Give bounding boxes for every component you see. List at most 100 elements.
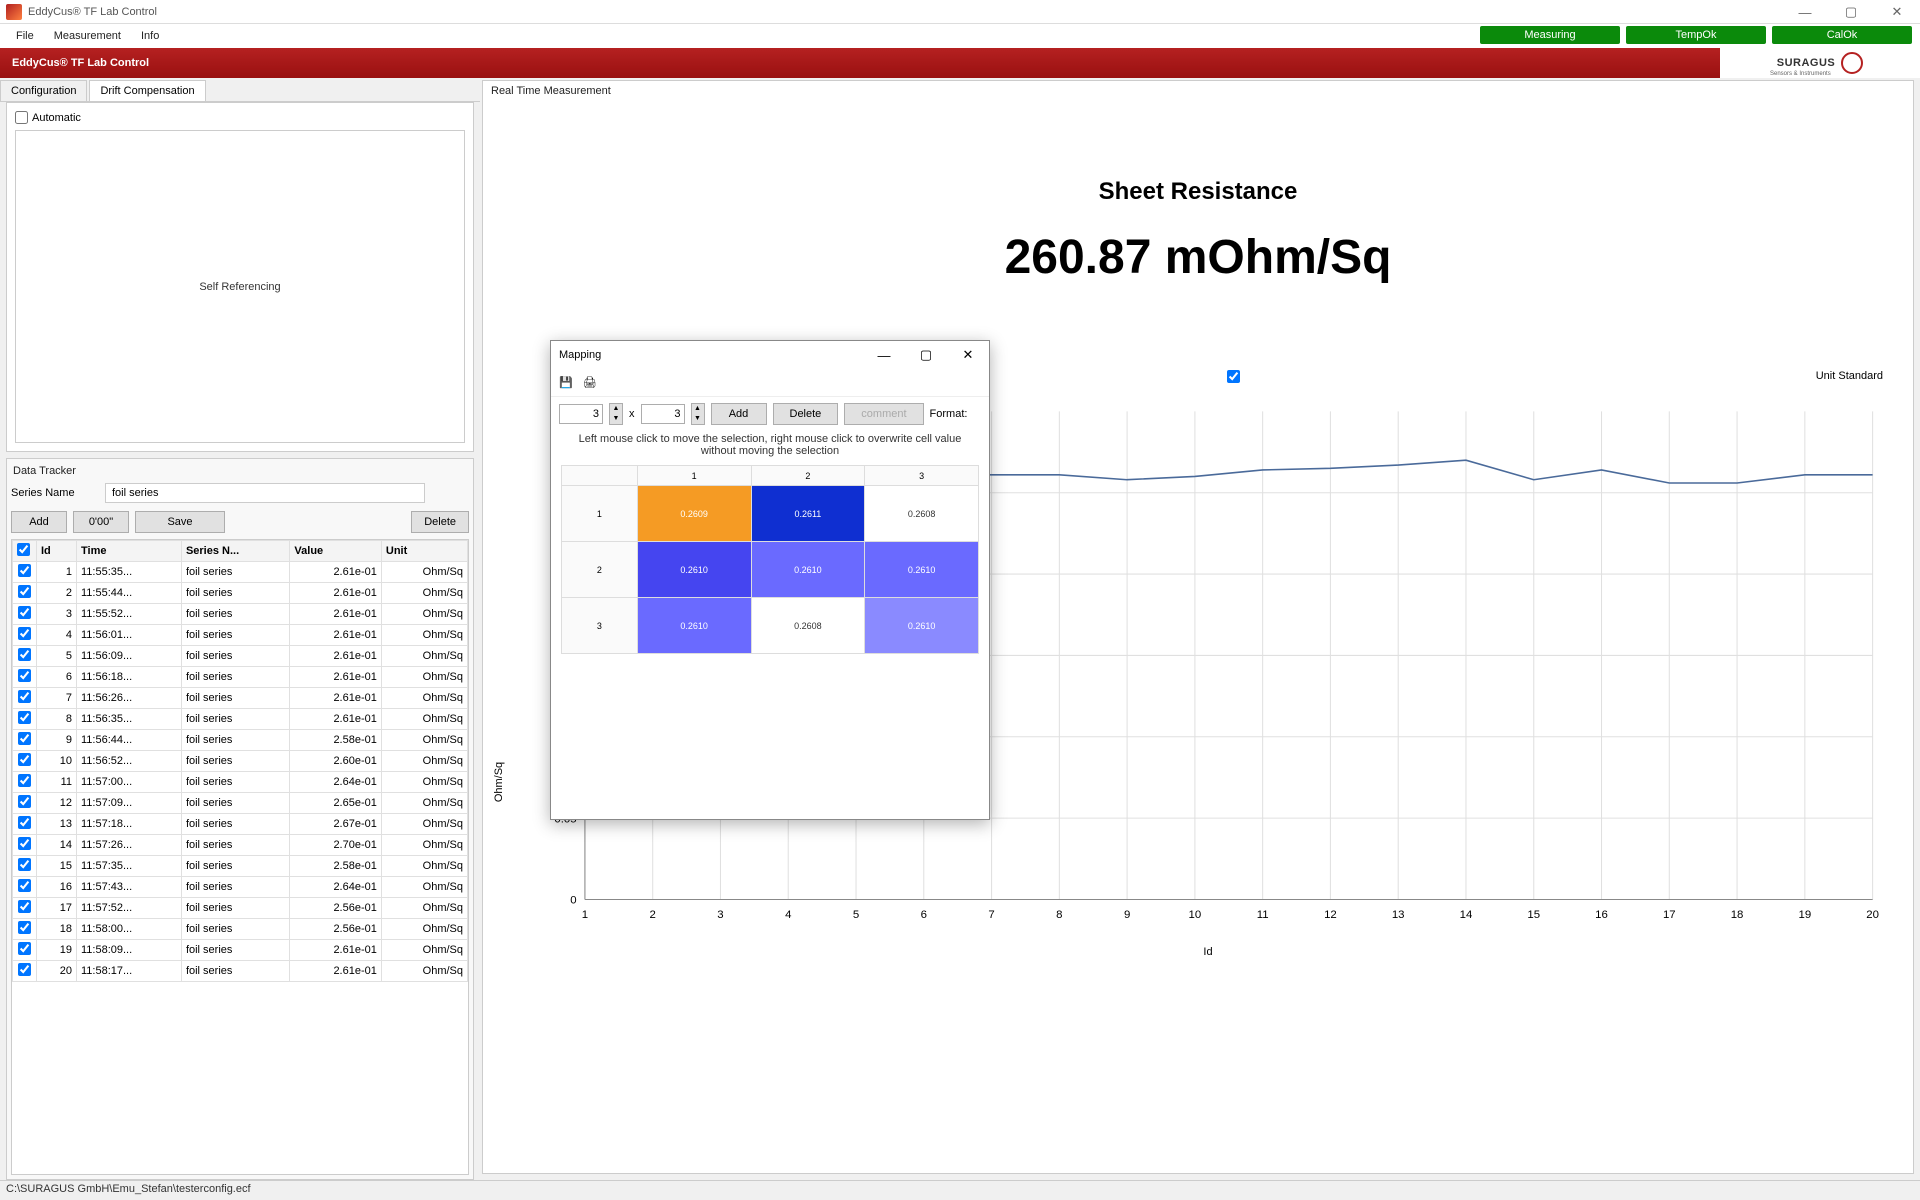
heatmap-cell[interactable]: 0.2610 [865, 542, 979, 598]
table-row[interactable]: 711:56:26...foil series 2.61e-01Ohm/Sq [13, 688, 468, 709]
svg-text:9: 9 [1124, 909, 1130, 921]
self-referencing-area[interactable]: Self Referencing [15, 130, 465, 443]
svg-text:5: 5 [853, 909, 859, 921]
table-row[interactable]: 1811:58:00...foil series 2.56e-01Ohm/Sq [13, 919, 468, 940]
table-row[interactable]: 1011:56:52...foil series 2.60e-01Ohm/Sq [13, 751, 468, 772]
table-row[interactable]: 1611:57:43...foil series 2.64e-01Ohm/Sq [13, 877, 468, 898]
delete-button[interactable]: Delete [411, 511, 469, 533]
svg-text:16: 16 [1595, 909, 1608, 921]
col-series[interactable]: Series N... [181, 541, 289, 562]
col-unit[interactable]: Unit [381, 541, 467, 562]
series-name-input[interactable] [105, 483, 425, 503]
minimize-button[interactable]: — [1782, 0, 1828, 24]
table-row[interactable]: 611:56:18...foil series 2.61e-01Ohm/Sq [13, 667, 468, 688]
add-button[interactable]: Add [11, 511, 67, 533]
save-button[interactable]: Save [135, 511, 225, 533]
brand-logo: SURAGUS Sensors & Instruments [1720, 48, 1920, 78]
table-row[interactable]: 211:55:44...foil series 2.61e-01Ohm/Sq [13, 583, 468, 604]
svg-text:0: 0 [570, 895, 576, 907]
table-row[interactable]: 1411:57:26...foil series 2.70e-01Ohm/Sq [13, 835, 468, 856]
swirl-icon [1841, 52, 1863, 74]
table-row[interactable]: 1111:57:00...foil series 2.64e-01Ohm/Sq [13, 772, 468, 793]
table-row[interactable]: 1211:57:09...foil series 2.65e-01Ohm/Sq [13, 793, 468, 814]
table-row[interactable]: 1511:57:35...foil series 2.58e-01Ohm/Sq [13, 856, 468, 877]
cols-spinner[interactable]: ▲▼ [691, 403, 705, 425]
chart-ylabel: Ohm/Sq [493, 762, 505, 802]
unit-standard-label: Unit Standard [1816, 370, 1883, 382]
svg-text:13: 13 [1392, 909, 1405, 921]
mapping-add-button[interactable]: Add [711, 403, 767, 425]
table-row[interactable]: 1711:57:52...foil series 2.56e-01Ohm/Sq [13, 898, 468, 919]
chart-xlabel: Id [1203, 946, 1212, 958]
brand-title: EddyCus® TF Lab Control [12, 57, 149, 69]
table-row[interactable]: 311:55:52...foil series 2.61e-01Ohm/Sq [13, 604, 468, 625]
svg-text:2: 2 [650, 909, 656, 921]
timer-button[interactable]: 0'00" [73, 511, 129, 533]
close-button[interactable]: ✕ [1874, 0, 1920, 24]
table-row[interactable]: 911:56:44...foil series 2.58e-01Ohm/Sq [13, 730, 468, 751]
status-measuring: Measuring [1480, 26, 1620, 44]
mapping-maximize-button[interactable]: ▢ [905, 341, 947, 369]
svg-text:12: 12 [1324, 909, 1337, 921]
mapping-hint: Left mouse click to move the selection, … [551, 431, 989, 465]
svg-text:15: 15 [1527, 909, 1540, 921]
table-row[interactable]: 811:56:35...foil series 2.61e-01Ohm/Sq [13, 709, 468, 730]
mapping-comment-button: comment [844, 403, 923, 425]
table-row[interactable]: 511:56:09...foil series 2.61e-01Ohm/Sq [13, 646, 468, 667]
col-time[interactable]: Time [77, 541, 182, 562]
mapping-cols-input[interactable] [641, 404, 685, 424]
menu-measurement[interactable]: Measurement [44, 27, 131, 45]
col-value[interactable]: Value [290, 541, 381, 562]
table-row[interactable]: 1311:57:18...foil series 2.67e-01Ohm/Sq [13, 814, 468, 835]
print-icon[interactable]: 🖨 [583, 376, 597, 389]
mapping-rows-input[interactable] [559, 404, 603, 424]
maximize-button[interactable]: ▢ [1828, 0, 1874, 24]
rows-spinner[interactable]: ▲▼ [609, 403, 623, 425]
menubar: File Measurement Info Measuring TempOk C… [0, 24, 1920, 48]
col-id[interactable]: Id [37, 541, 77, 562]
svg-text:10: 10 [1189, 909, 1202, 921]
heatmap-cell[interactable]: 0.2611 [751, 486, 865, 542]
tab-configuration[interactable]: Configuration [0, 80, 87, 101]
titlebar: EddyCus® TF Lab Control — ▢ ✕ [0, 0, 1920, 24]
unit-toggle-checkbox[interactable] [1227, 370, 1240, 383]
heatmap-cell[interactable]: 0.2610 [865, 598, 979, 654]
heatmap-cell[interactable]: 0.2610 [637, 598, 751, 654]
heatmap-cell[interactable]: 0.2608 [865, 486, 979, 542]
mapping-heatmap[interactable]: 123 10.26090.26110.260820.26100.26100.26… [551, 465, 989, 654]
data-tracker: Data Tracker Series Name Add 0'00" Save … [6, 458, 474, 1180]
automatic-checkbox-label[interactable]: Automatic [15, 111, 465, 124]
heatmap-cell[interactable]: 0.2609 [637, 486, 751, 542]
mapping-delete-button[interactable]: Delete [773, 403, 839, 425]
table-row[interactable]: 1911:58:09...foil series 2.61e-01Ohm/Sq [13, 940, 468, 961]
svg-text:20: 20 [1866, 909, 1879, 921]
rtm-label: Real Time Measurement [483, 81, 1913, 101]
table-row[interactable]: 111:55:35...foil series 2.61e-01Ohm/Sq [13, 562, 468, 583]
mapping-close-button[interactable]: ✕ [947, 341, 989, 369]
heatmap-cell[interactable]: 0.2608 [751, 598, 865, 654]
svg-text:19: 19 [1798, 909, 1811, 921]
app-icon [6, 4, 22, 20]
status-tempok: TempOk [1626, 26, 1766, 44]
status-calok: CalOk [1772, 26, 1912, 44]
measurement-title: Sheet Resistance [1099, 178, 1298, 206]
svg-text:6: 6 [921, 909, 927, 921]
menu-file[interactable]: File [6, 27, 44, 45]
svg-text:18: 18 [1731, 909, 1744, 921]
tab-drift-compensation[interactable]: Drift Compensation [89, 80, 205, 101]
svg-text:11: 11 [1257, 909, 1269, 921]
series-name-label: Series Name [11, 487, 99, 499]
heatmap-cell[interactable]: 0.2610 [751, 542, 865, 598]
mapping-titlebar[interactable]: Mapping — ▢ ✕ [551, 341, 989, 369]
save-icon[interactable]: 💾 [559, 376, 573, 389]
heatmap-cell[interactable]: 0.2610 [637, 542, 751, 598]
menu-info[interactable]: Info [131, 27, 169, 45]
svg-text:3: 3 [717, 909, 723, 921]
data-table-wrapper[interactable]: Id Time Series N... Value Unit 111:55:35… [11, 539, 469, 1175]
col-check[interactable] [13, 541, 37, 562]
table-row[interactable]: 2011:58:17...foil series 2.61e-01Ohm/Sq [13, 961, 468, 982]
table-row[interactable]: 411:56:01...foil series 2.61e-01Ohm/Sq [13, 625, 468, 646]
mapping-minimize-button[interactable]: — [863, 341, 905, 369]
brand-bar: EddyCus® TF Lab Control SURAGUS Sensors … [0, 48, 1920, 78]
automatic-checkbox[interactable] [15, 111, 28, 124]
